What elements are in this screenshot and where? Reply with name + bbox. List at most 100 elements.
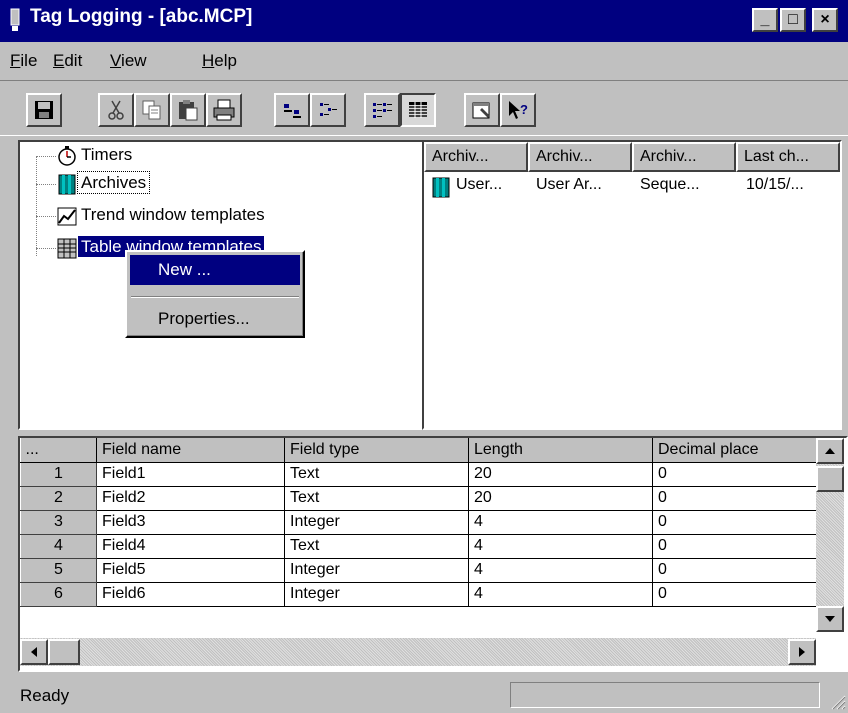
column-header-length[interactable]: Length xyxy=(468,438,653,463)
cell-field-name[interactable]: Field4 xyxy=(96,534,285,559)
scroll-left-button[interactable] xyxy=(20,639,48,665)
cell-length[interactable]: 20 xyxy=(468,486,653,511)
tree-line xyxy=(36,156,56,157)
cut-button[interactable] xyxy=(98,93,134,127)
cell-field-name[interactable]: Field1 xyxy=(96,462,285,487)
column-header-row-number[interactable]: ... xyxy=(20,438,97,463)
column-header-archive-type[interactable]: Archiv... xyxy=(528,142,632,172)
row-number[interactable]: 6 xyxy=(20,581,97,607)
maximize-button[interactable]: □ xyxy=(780,8,806,32)
tree-item-archives[interactable]: Archives xyxy=(76,171,151,197)
tree-item-label: Archives xyxy=(76,171,151,194)
table-row[interactable]: 2 Field2 Text 20 0 xyxy=(20,485,817,511)
menu-view-accel: V xyxy=(110,51,122,70)
menu-view[interactable]: View xyxy=(110,51,147,71)
large-icons-button[interactable] xyxy=(274,93,310,127)
context-menu-properties[interactable]: Properties... xyxy=(130,304,300,334)
tree-item-timers[interactable]: Timers xyxy=(78,145,135,169)
context-help-button[interactable]: ? xyxy=(500,93,536,127)
cell-decimal-place[interactable]: 0 xyxy=(652,486,817,511)
close-button[interactable]: × xyxy=(812,8,838,32)
cell-length[interactable]: 4 xyxy=(468,510,653,535)
cell-decimal-place[interactable]: 0 xyxy=(652,534,817,559)
cell-length[interactable]: 4 xyxy=(468,582,653,607)
tree-item-label: Timers xyxy=(81,145,133,164)
paste-icon xyxy=(179,100,198,121)
cell-field-name[interactable]: Field2 xyxy=(96,486,285,511)
save-icon xyxy=(35,101,53,119)
scroll-right-button[interactable] xyxy=(788,639,816,665)
list-view-icon xyxy=(373,103,392,118)
list-header: Archiv... Archiv... Archiv... Last ch... xyxy=(424,142,840,172)
properties-button[interactable] xyxy=(464,93,500,127)
horizontal-scroll-thumb[interactable] xyxy=(48,639,80,665)
minimize-button[interactable]: _ xyxy=(752,8,778,32)
cell-decimal-place[interactable]: 0 xyxy=(652,558,817,583)
row-number[interactable]: 1 xyxy=(20,461,97,487)
menu-help-accel: H xyxy=(202,51,215,70)
column-label: Archiv... xyxy=(536,148,593,165)
cell-decimal-place[interactable]: 0 xyxy=(652,462,817,487)
cell-field-name[interactable]: Field5 xyxy=(96,558,285,583)
table-row[interactable]: 5 Field5 Integer 4 0 xyxy=(20,557,817,583)
column-header-field-name[interactable]: Field name xyxy=(96,438,285,463)
list-cell-type: User Ar... xyxy=(536,176,602,193)
cell-field-type[interactable]: Text xyxy=(284,462,469,487)
print-button[interactable] xyxy=(206,93,242,127)
table-row[interactable]: 4 Field4 Text 4 0 xyxy=(20,533,817,559)
column-header-field-type[interactable]: Field type xyxy=(284,438,469,463)
context-menu: New ... Properties... xyxy=(125,250,305,338)
cell-decimal-place[interactable]: 0 xyxy=(652,510,817,535)
column-header-decimal-place[interactable]: Decimal place xyxy=(652,438,817,463)
row-number[interactable]: 5 xyxy=(20,557,97,583)
column-header-last-changed[interactable]: Last ch... xyxy=(736,142,840,172)
paste-button[interactable] xyxy=(170,93,206,127)
cell-length[interactable]: 4 xyxy=(468,534,653,559)
cell-field-type[interactable]: Integer xyxy=(284,582,469,607)
vertical-scrollbar[interactable] xyxy=(816,438,844,632)
small-icons-button[interactable] xyxy=(310,93,346,127)
tree-line xyxy=(36,156,37,256)
details-view-button[interactable] xyxy=(400,93,436,127)
resize-grip-icon[interactable] xyxy=(826,688,846,710)
list-view-button[interactable] xyxy=(364,93,400,127)
cell-field-name[interactable]: Field3 xyxy=(96,510,285,535)
row-number[interactable]: 4 xyxy=(20,533,97,559)
cell-field-type[interactable]: Text xyxy=(284,534,469,559)
row-number[interactable]: 3 xyxy=(20,509,97,535)
cell-decimal-place[interactable]: 0 xyxy=(652,582,817,607)
copy-button[interactable] xyxy=(134,93,170,127)
cell-field-type[interactable]: Text xyxy=(284,486,469,511)
menu-edit[interactable]: Edit xyxy=(53,51,82,71)
save-button[interactable] xyxy=(26,93,62,127)
tree-item-label: Trend window templates xyxy=(81,205,265,224)
cell-field-type[interactable]: Integer xyxy=(284,510,469,535)
column-label: Archiv... xyxy=(640,148,697,165)
cell-length[interactable]: 20 xyxy=(468,462,653,487)
cell-field-name[interactable]: Field6 xyxy=(96,582,285,607)
column-header-archive-name[interactable]: Archiv... xyxy=(424,142,528,172)
scroll-thumb[interactable] xyxy=(816,466,844,492)
context-menu-new-label: New ... xyxy=(158,260,211,279)
table-row[interactable]: 1 Field1 Text 20 0 xyxy=(20,461,817,487)
app-icon xyxy=(10,8,20,31)
menu-file[interactable]: File xyxy=(10,51,37,71)
scroll-down-button[interactable] xyxy=(816,606,844,632)
horizontal-scrollbar[interactable] xyxy=(20,638,816,666)
maximize-icon: □ xyxy=(788,11,798,28)
cell-length[interactable]: 4 xyxy=(468,558,653,583)
tree-item-trend-window-templates[interactable]: Trend window templates xyxy=(78,205,268,229)
archive-list-pane[interactable]: Archiv... Archiv... Archiv... Last ch...… xyxy=(422,140,842,430)
table-row[interactable]: 3 Field3 Integer 4 0 xyxy=(20,509,817,535)
menu-help[interactable]: Help xyxy=(202,51,237,71)
column-header-archive-kind[interactable]: Archiv... xyxy=(632,142,736,172)
context-menu-new[interactable]: New ... xyxy=(130,255,300,285)
table-row[interactable]: 6 Field6 Integer 4 0 xyxy=(20,581,817,607)
status-panel xyxy=(510,682,820,708)
scroll-up-button[interactable] xyxy=(816,438,844,464)
toolbar: ? xyxy=(0,80,848,136)
row-number[interactable]: 2 xyxy=(20,485,97,511)
field-grid-pane[interactable]: ... Field name Field type Length Decimal… xyxy=(18,436,848,672)
cell-field-type[interactable]: Integer xyxy=(284,558,469,583)
title-bar[interactable]: Tag Logging - [abc.MCP] _ □ × xyxy=(0,0,848,42)
